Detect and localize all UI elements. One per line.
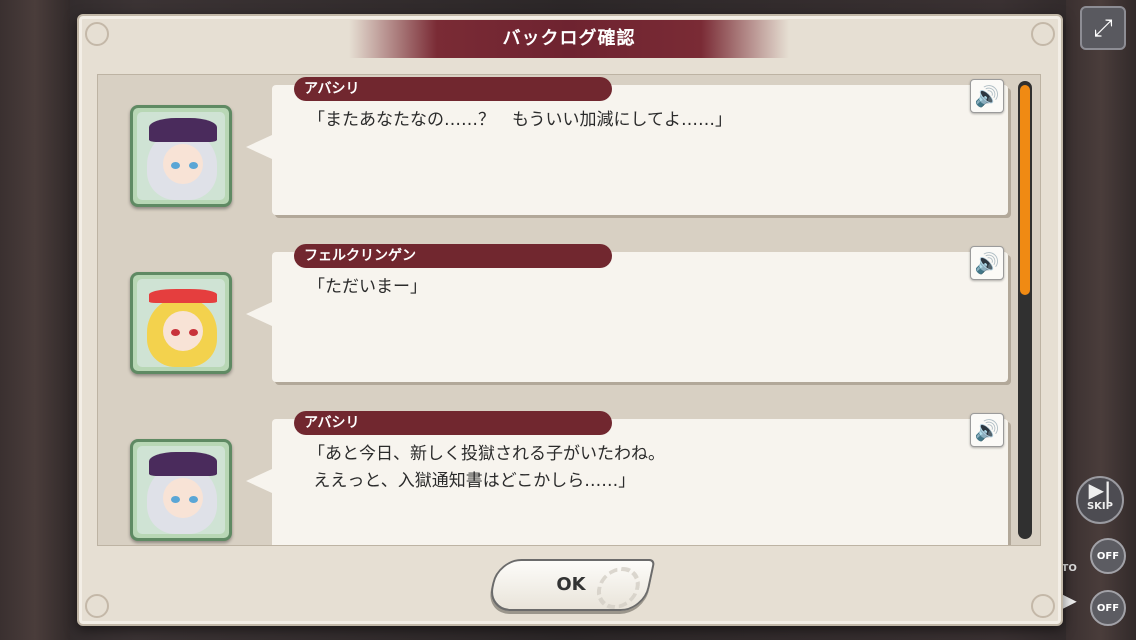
character-portrait <box>130 105 232 207</box>
speech-bubble-tail <box>246 469 272 493</box>
auto-toggle[interactable]: OFF <box>1090 538 1126 574</box>
character-portrait <box>130 272 232 374</box>
voice-replay-button[interactable]: 🔊 <box>970 79 1004 113</box>
speech-bubble: フェルクリンゲン 「ただいまー」 🔊 <box>272 244 1008 382</box>
corner-ornament <box>85 594 109 618</box>
scrollbar[interactable] <box>1018 81 1032 539</box>
corner-ornament <box>1031 594 1055 618</box>
skip-button[interactable]: ▶| SKIP <box>1076 476 1124 524</box>
speaker-name: アバシリ <box>294 411 612 435</box>
backlog-dialog: バックログ確認 アバシリ 「またあなたなの……？ もういい加減にしてよ……」 🔊 <box>77 14 1063 626</box>
speech-bubble: アバシリ 「あと今日、新しく投獄される子がいたわね。 ええっと、入獄通知書はどこ… <box>272 411 1008 545</box>
speaker-name: アバシリ <box>294 77 612 101</box>
log-entry: アバシリ 「あと今日、新しく投獄される子がいたわね。 ええっと、入獄通知書はどこ… <box>98 409 1018 545</box>
speed-toggle[interactable]: OFF <box>1090 590 1126 626</box>
speech-bubble-tail <box>246 302 272 326</box>
log-entry: アバシリ 「またあなたなの……？ もういい加減にしてよ……」 🔊 <box>98 75 1018 225</box>
backlog-list[interactable]: アバシリ 「またあなたなの……？ もういい加減にしてよ……」 🔊 フェルクリンゲ… <box>97 74 1041 546</box>
skip-icon: ▶| <box>1088 478 1112 502</box>
speech-bubble: アバシリ 「またあなたなの……？ もういい加減にしてよ……」 🔊 <box>272 77 1008 215</box>
dialogue-text: 「ただいまー」 <box>308 277 427 297</box>
ok-label: OK <box>556 574 586 595</box>
expand-icon: ⤢ <box>1093 14 1113 42</box>
character-portrait <box>130 439 232 541</box>
skip-label: SKIP <box>1086 501 1113 512</box>
dialog-title-bar: バックログ確認 <box>349 20 789 58</box>
corner-ornament <box>1031 22 1055 46</box>
voice-replay-button[interactable]: 🔊 <box>970 246 1004 280</box>
dialog-title: バックログ確認 <box>502 28 636 49</box>
speaker-icon: 🔊 <box>974 84 1000 108</box>
voice-replay-button[interactable]: 🔊 <box>970 413 1004 447</box>
dialogue-text: 「あと今日、新しく投獄される子がいたわね。 ええっと、入獄通知書はどこかしら……… <box>308 444 665 491</box>
log-entry: フェルクリンゲン 「ただいまー」 🔊 <box>98 242 1018 392</box>
fullscreen-button[interactable]: ⤢ <box>1080 6 1126 50</box>
dialogue-text: 「またあなたなの……？ もういい加減にしてよ……」 <box>308 110 732 130</box>
scrollbar-thumb[interactable] <box>1020 85 1030 295</box>
background-pillar-left <box>0 0 70 640</box>
speaker-icon: 🔊 <box>974 251 1000 275</box>
speaker-icon: 🔊 <box>974 418 1000 442</box>
ok-button[interactable]: OK <box>486 559 656 611</box>
speaker-name: フェルクリンゲン <box>294 244 612 268</box>
speech-bubble-tail <box>246 135 272 159</box>
corner-ornament <box>85 22 109 46</box>
